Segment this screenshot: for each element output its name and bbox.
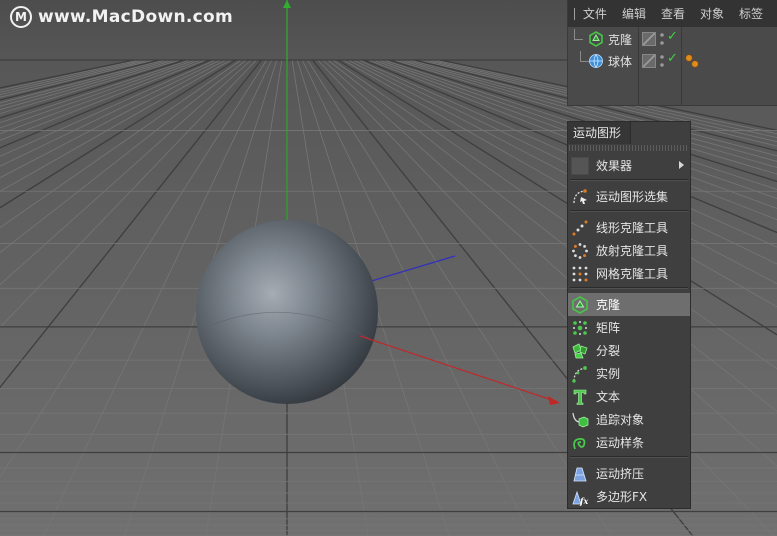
sphere-object [196, 220, 378, 404]
menu-separator [570, 456, 688, 458]
menu-item-label: 效果器 [596, 159, 633, 173]
menu-item-mospline[interactable]: 运动样条 [568, 431, 690, 454]
material-tag-icon[interactable] [684, 53, 706, 69]
tree-line [574, 29, 583, 40]
menu-item-label: 运动挤压 [596, 467, 645, 481]
menu-tags[interactable]: 标签 [739, 5, 763, 22]
visibility-dots-icon[interactable] [660, 31, 664, 47]
menu-item-label: 运动图形选集 [596, 190, 669, 204]
menu-item-label: 放射克隆工具 [596, 244, 669, 258]
mograph-selection-icon [571, 188, 589, 206]
menu-item-label: 追踪对象 [596, 413, 645, 427]
menu-item-label: 线形克隆工具 [596, 221, 669, 235]
watermark: M www.MacDown.com [10, 6, 233, 28]
menu-item-tracer[interactable]: 追踪对象 [568, 408, 690, 431]
menu-item-grid-cloner[interactable]: 网格克隆工具 [568, 262, 690, 285]
object-row-cloner[interactable]: 克隆 ✓ [568, 29, 777, 49]
menu-item-label: 实例 [596, 367, 621, 381]
mograph-menu: 运动图形 效果器 运动图形选集 线形克隆工具 放射克隆工具 网格克隆工具 克隆 … [567, 121, 691, 509]
menu-separator [570, 179, 688, 181]
grip-icon[interactable] [574, 7, 575, 20]
menu-item-cloner[interactable]: 克隆 [568, 293, 690, 316]
menu-object[interactable]: 对象 [700, 5, 724, 22]
menu-item-linear-cloner[interactable]: 线形克隆工具 [568, 216, 690, 239]
effector-blank-icon [571, 156, 589, 175]
menu-item-polyfx[interactable]: fx 多边形FX [568, 485, 690, 508]
enabled-check-icon[interactable]: ✓ [667, 51, 678, 66]
cloner-icon [589, 31, 603, 47]
polyfx-icon: fx [571, 488, 589, 506]
mospline-icon [571, 434, 589, 452]
menu-item-matrix[interactable]: 矩阵 [568, 316, 690, 339]
layer-icon[interactable] [642, 32, 656, 46]
menu-item-label: 文本 [596, 390, 621, 404]
macdown-logo-icon: M [10, 6, 32, 28]
menu-item-label: 克隆 [596, 298, 621, 312]
submenu-arrow-icon [679, 161, 684, 169]
instance-icon [571, 365, 589, 383]
text-icon [571, 388, 589, 406]
menu-item-radial-cloner[interactable]: 放射克隆工具 [568, 239, 690, 262]
menu-edit[interactable]: 编辑 [622, 5, 646, 22]
object-name[interactable]: 球体 [608, 53, 632, 70]
menu-view[interactable]: 查看 [661, 5, 685, 22]
object-row-sphere[interactable]: 球体 ✓ [568, 51, 777, 71]
menu-item-label: 网格克隆工具 [596, 267, 669, 281]
grid-cloner-icon [571, 265, 589, 283]
matrix-icon [571, 319, 589, 337]
menu-item-mograph-selection[interactable]: 运动图形选集 [568, 185, 690, 208]
enabled-check-icon[interactable]: ✓ [667, 29, 678, 44]
tear-off-strip[interactable] [569, 145, 689, 151]
object-name[interactable]: 克隆 [608, 31, 632, 48]
menu-file[interactable]: 文件 [583, 5, 607, 22]
fracture-icon [571, 342, 589, 360]
menu-item-instance[interactable]: 实例 [568, 362, 690, 385]
menu-item-label: 多边形FX [596, 490, 648, 504]
svg-text:fx: fx [579, 496, 588, 506]
object-manager: 文件 编辑 查看 对象 标签 克隆 ✓ 球体 ✓ [567, 0, 777, 106]
menu-item-moextrude[interactable]: 运动挤压 [568, 462, 690, 485]
layer-icon[interactable] [642, 54, 656, 68]
sphere-icon [589, 54, 603, 68]
menu-item-effector[interactable]: 效果器 [568, 154, 690, 177]
radial-cloner-icon [571, 242, 589, 260]
menu-item-fracture[interactable]: 分裂 [568, 339, 690, 362]
cloner-icon [571, 295, 589, 314]
linear-cloner-icon [571, 219, 589, 237]
menu-item-label: 运动样条 [596, 436, 645, 450]
tracer-icon [571, 411, 589, 429]
menu-item-text[interactable]: 文本 [568, 385, 690, 408]
object-manager-menubar: 文件 编辑 查看 对象 标签 [568, 0, 777, 27]
menu-separator [570, 210, 688, 212]
menu-item-label: 分裂 [596, 344, 621, 358]
menu-separator [570, 287, 688, 289]
menu-title[interactable]: 运动图形 [568, 122, 631, 144]
visibility-dots-icon[interactable] [660, 53, 664, 69]
watermark-text: www.MacDown.com [38, 7, 233, 27]
menu-item-label: 矩阵 [596, 321, 621, 335]
moextrude-icon [571, 465, 589, 483]
